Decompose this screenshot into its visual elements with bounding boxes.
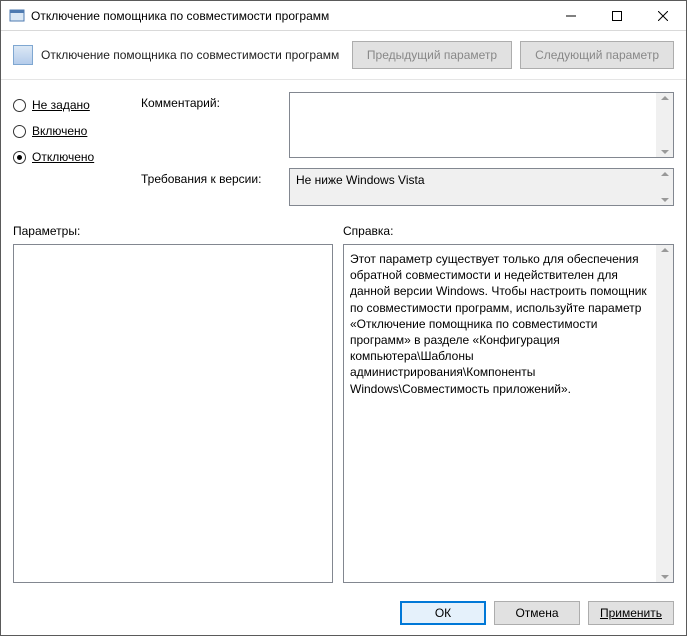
help-panel: Этот параметр существует только для обес… — [343, 244, 674, 583]
radio-enabled[interactable]: Включено — [13, 124, 123, 138]
comment-label: Комментарий: — [141, 92, 281, 110]
scrollbar[interactable] — [656, 245, 673, 582]
next-setting-button[interactable]: Следующий параметр — [520, 41, 674, 69]
close-button[interactable] — [640, 1, 686, 31]
policy-icon — [13, 45, 33, 65]
radio-circle-icon — [13, 151, 26, 164]
requirements-textarea: Не ниже Windows Vista — [289, 168, 674, 206]
scroll-up-icon — [661, 172, 669, 176]
dialog-body: Не задано Включено Отключено Комментарий… — [1, 80, 686, 591]
cancel-button[interactable]: Отмена — [494, 601, 580, 625]
previous-setting-button[interactable]: Предыдущий параметр — [352, 41, 512, 69]
dialog-window: Отключение помощника по совместимости пр… — [0, 0, 687, 636]
scroll-up-icon — [661, 248, 669, 252]
scroll-down-icon — [661, 150, 669, 154]
requirements-row: Требования к версии: Не ниже Windows Vis… — [141, 168, 674, 206]
scroll-down-icon — [661, 575, 669, 579]
parameters-text — [20, 251, 312, 576]
fields-column: Комментарий: Требования к версии: Не ниж… — [141, 92, 674, 206]
comment-textarea[interactable] — [289, 92, 674, 158]
parameters-panel — [13, 244, 333, 583]
radio-disabled[interactable]: Отключено — [13, 150, 123, 164]
radio-label: Включено — [32, 124, 87, 138]
cancel-button-label: Отмена — [515, 606, 558, 620]
ok-button-label: ОК — [435, 606, 451, 620]
policy-title: Отключение помощника по совместимости пр… — [41, 48, 344, 62]
requirements-label: Требования к версии: — [141, 168, 281, 186]
apply-button-label: Применить — [600, 606, 662, 620]
parameters-label: Параметры: — [13, 224, 343, 238]
state-radio-group: Не задано Включено Отключено — [13, 92, 123, 206]
scrollbar — [656, 169, 673, 205]
apply-button[interactable]: Применить — [588, 601, 674, 625]
radio-not-configured[interactable]: Не задано — [13, 98, 123, 112]
scroll-down-icon — [661, 198, 669, 202]
maximize-button[interactable] — [594, 1, 640, 31]
radio-circle-icon — [13, 125, 26, 138]
toolbar: Отключение помощника по совместимости пр… — [1, 31, 686, 80]
help-label: Справка: — [343, 224, 393, 238]
radio-circle-icon — [13, 99, 26, 112]
footer: ОК Отмена Применить — [1, 591, 686, 635]
ok-button[interactable]: ОК — [400, 601, 486, 625]
app-icon — [9, 8, 25, 24]
panels-row: Этот параметр существует только для обес… — [13, 244, 674, 583]
titlebar: Отключение помощника по совместимости пр… — [1, 1, 686, 31]
minimize-button[interactable] — [548, 1, 594, 31]
radio-label: Отключено — [32, 150, 94, 164]
scrollbar[interactable] — [656, 93, 673, 157]
upper-section: Не задано Включено Отключено Комментарий… — [13, 92, 674, 206]
requirements-value: Не ниже Windows Vista — [296, 173, 425, 187]
window-title: Отключение помощника по совместимости пр… — [31, 9, 548, 23]
comment-row: Комментарий: — [141, 92, 674, 158]
help-text: Этот параметр существует только для обес… — [350, 251, 653, 576]
scroll-up-icon — [661, 96, 669, 100]
section-labels: Параметры: Справка: — [13, 224, 674, 238]
radio-label: Не задано — [32, 98, 90, 112]
